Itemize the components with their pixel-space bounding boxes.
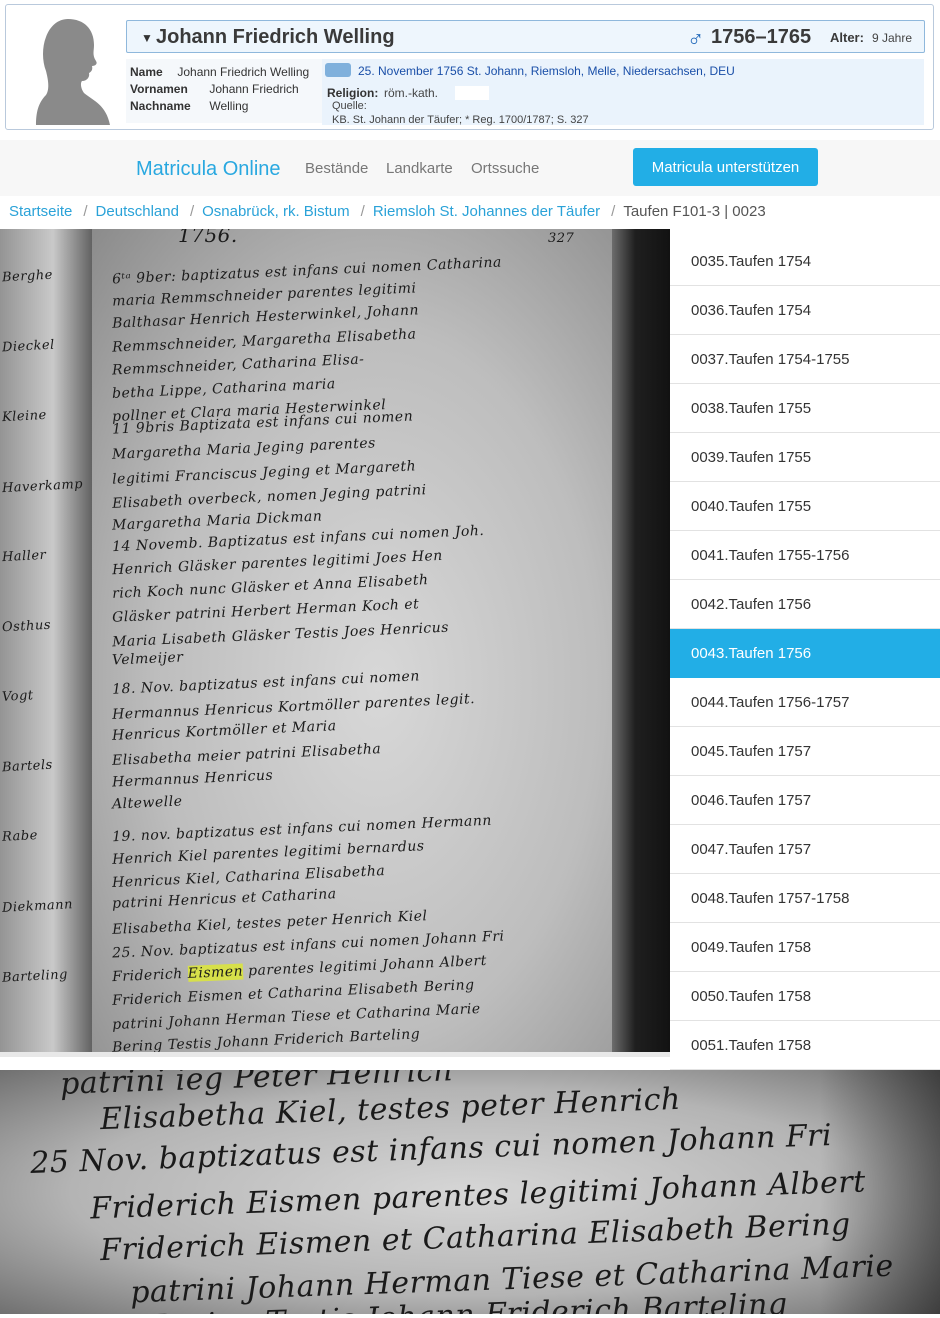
person-years: 1756–1765	[711, 26, 812, 48]
scan-line: Velmeijer	[111, 649, 184, 669]
scan-margin-word: Berghe	[1, 267, 54, 286]
breadcrumb-parish[interactable]: Riemsloh St. Johannes der Täufer	[373, 203, 600, 220]
person-title-bar[interactable]: ▼ Johann Friedrich Welling ♂ 1756–1765 A…	[126, 20, 925, 53]
male-icon: ♂	[687, 25, 705, 51]
image-list-item[interactable]: 0046.Taufen 1757	[670, 776, 940, 825]
breadcrumb-current: Taufen F101-3 | 0023	[623, 203, 766, 220]
event-date-place[interactable]: 25. November 1756 St. Johann, Riemsloh, …	[358, 64, 735, 78]
image-list: 0035.Taufen 1754 0036.Taufen 1754 0037.Tau…	[670, 237, 940, 1070]
detail-label: Name	[130, 65, 163, 79]
image-list-item[interactable]: 0040.Taufen 1755	[670, 482, 940, 531]
image-list-item[interactable]: 0050.Taufen 1758	[670, 972, 940, 1021]
scan-margin-word: Haller	[1, 547, 47, 566]
detail-nachname: Nachname Welling	[130, 99, 248, 113]
image-list-item[interactable]: 0048.Taufen 1757-1758	[670, 874, 940, 923]
main-navbar: Matricula Online Bestände Landkarte Orts…	[0, 140, 940, 196]
baptism-event: 25. November 1756 St. Johann, Riemsloh, …	[322, 59, 924, 126]
image-list-item[interactable]: 0037.Taufen 1754-1755	[670, 335, 940, 384]
image-list-item[interactable]: 0045.Taufen 1757	[670, 727, 940, 776]
image-list-item[interactable]: 0051.Taufen 1758	[670, 1021, 940, 1070]
image-list-item[interactable]: 0044.Taufen 1756-1757	[670, 678, 940, 727]
scan-margin-word: Rabe	[1, 828, 39, 845]
blank-field	[455, 86, 489, 100]
scan-binding	[612, 229, 670, 1057]
image-list-item[interactable]: 0043.Taufen 1756	[670, 629, 940, 678]
scan-margin-word: Bartels	[1, 757, 54, 776]
breadcrumb-startseite[interactable]: Startseite	[9, 203, 72, 220]
detail-value: Johann Friedrich Welling	[177, 65, 310, 79]
zoomed-entry-view: patrini ieg Peter Henrich Elisabetha Kiel…	[0, 1070, 940, 1314]
religion-value: röm.-kath.	[384, 86, 439, 100]
brand-link[interactable]: Matricula Online	[136, 158, 281, 181]
baptism-water-icon	[325, 63, 351, 77]
image-list-item[interactable]: 0041.Taufen 1755-1756	[670, 531, 940, 580]
image-list-item[interactable]: 0036.Taufen 1754	[670, 286, 940, 335]
breadcrumb-bistum[interactable]: Osnabrück, rk. Bistum	[202, 203, 350, 220]
scan-margin-word: Dieckel	[1, 337, 56, 356]
viewer-controls-strip	[0, 1052, 670, 1057]
detail-label: Vornamen	[130, 82, 188, 96]
scan-line: Altewelle	[111, 793, 183, 813]
breadcrumb-separator: /	[83, 203, 88, 220]
nav-link-ortssuche[interactable]: Ortssuche	[471, 160, 539, 177]
breadcrumb-deutschland[interactable]: Deutschland	[96, 203, 179, 220]
scan-line: 1756.	[178, 229, 238, 247]
image-list-item[interactable]: 0038.Taufen 1755	[670, 384, 940, 433]
nav-link-bestaende[interactable]: Bestände	[305, 160, 368, 177]
caret-down-icon[interactable]: ▼	[141, 31, 153, 45]
image-list-item[interactable]: 0047.Taufen 1757	[670, 825, 940, 874]
breadcrumb-separator: /	[360, 203, 365, 220]
age-label: Alter:	[830, 30, 864, 45]
register-scan-viewer[interactable]: 1756. 327 6ᵗᵃ 9ber: baptizatus est infans …	[0, 229, 670, 1057]
detail-name: Name Johann Friedrich Welling	[130, 65, 309, 79]
religion-label: Religion:	[327, 86, 379, 100]
detail-vornamen: Vornamen Johann Friedrich	[130, 82, 299, 96]
image-list-item[interactable]: 0049.Taufen 1758	[670, 923, 940, 972]
age-value: 9 Jahre	[872, 31, 913, 45]
detail-value: Welling	[209, 99, 249, 113]
nav-link-landkarte[interactable]: Landkarte	[386, 160, 453, 177]
breadcrumb: Startseite / Deutschland / Osnabrück, rk. Bi…	[9, 203, 766, 220]
scan-line: 327	[548, 231, 575, 246]
silhouette-icon	[36, 19, 110, 125]
person-details: Name Johann Friedrich Welling Vornamen J…	[126, 59, 322, 123]
scan-margin-word: Vogt	[1, 688, 34, 705]
source-reference: KB. St. Johann der Täufer; * Reg. 1700/1…	[332, 114, 589, 126]
detail-label: Nachname	[130, 99, 191, 113]
highlighted-name: Eismen	[187, 963, 244, 982]
person-card: ▼ Johann Friedrich Welling ♂ 1756–1765 A…	[5, 4, 934, 130]
source-label: Quelle:	[332, 100, 367, 112]
breadcrumb-separator: /	[611, 203, 616, 220]
support-button[interactable]: Matricula unterstützen	[633, 148, 818, 186]
image-list-item[interactable]: 0035.Taufen 1754	[670, 237, 940, 286]
image-list-item[interactable]: 0042.Taufen 1756	[670, 580, 940, 629]
detail-value: Johann Friedrich	[209, 82, 299, 96]
breadcrumb-separator: /	[189, 203, 195, 220]
scan-margin-word: Osthus	[1, 617, 52, 636]
scan-margin-word: Kleine	[1, 407, 48, 426]
person-name: Johann Friedrich Welling	[156, 26, 395, 48]
image-list-item[interactable]: 0039.Taufen 1755	[670, 433, 940, 482]
zoom-shadow-edge	[820, 1070, 940, 1314]
